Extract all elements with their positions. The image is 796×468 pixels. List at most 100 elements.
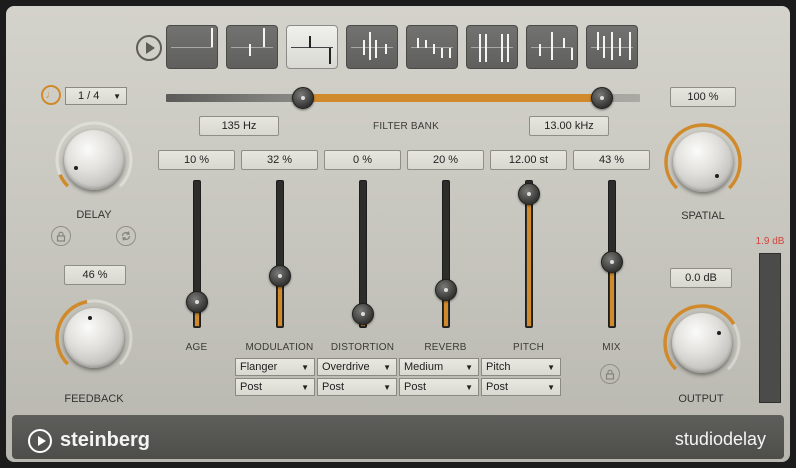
preset-tap-mark — [417, 38, 419, 48]
pitch-fader-handle[interactable] — [517, 183, 540, 205]
reverb-value[interactable]: 20 % — [407, 150, 484, 170]
filter-high-handle[interactable] — [591, 87, 614, 109]
mix-lock-icon[interactable] — [600, 364, 620, 384]
preset-tap-mark — [433, 44, 435, 54]
preset-tap-mark — [501, 34, 503, 62]
feedback-knob[interactable] — [52, 296, 136, 380]
preset-tap-mark — [571, 48, 573, 60]
preset-3-button[interactable] — [286, 25, 338, 69]
lock-icon[interactable] — [51, 226, 71, 246]
play-icon[interactable] — [136, 35, 162, 61]
preset-tap-mark — [597, 32, 599, 50]
knob-cap — [672, 313, 732, 373]
knob-cap — [673, 132, 733, 192]
reverb-fader-handle[interactable] — [434, 279, 457, 301]
output-knob[interactable] — [660, 301, 744, 385]
preset-tap-mark — [507, 34, 509, 62]
pitch-fader-fill — [526, 194, 531, 326]
preset-1-button[interactable] — [166, 25, 218, 69]
output-value[interactable]: 0.0 dB — [670, 268, 732, 288]
effect-2-type-select[interactable]: Overdrive ▼ — [317, 358, 397, 376]
mix-fader-handle[interactable] — [600, 251, 623, 274]
knob-cap — [64, 130, 124, 190]
filter-bank-range — [303, 94, 603, 102]
mix-label: MIX — [602, 342, 621, 353]
metronome-icon[interactable]: ♩ — [41, 85, 61, 105]
preset-4-button[interactable] — [346, 25, 398, 69]
effect-4-position-select[interactable]: Post ▼ — [481, 378, 561, 396]
select-value: Post — [404, 381, 427, 393]
modulation-value[interactable]: 32 % — [241, 150, 318, 170]
preset-tap-mark — [611, 32, 613, 60]
preset-8-button[interactable] — [586, 25, 638, 69]
age-value[interactable]: 10 % — [158, 150, 235, 170]
modulation-fader[interactable] — [275, 180, 284, 328]
mix-value[interactable]: 43 % — [573, 150, 650, 170]
knob-indicator — [73, 165, 78, 170]
spatial-value[interactable]: 100 % — [670, 87, 736, 107]
select-value: Medium — [404, 361, 444, 373]
steinberg-logo-icon — [28, 429, 52, 453]
preset-tap-mark — [629, 32, 631, 60]
effect-3-position-select[interactable]: Post ▼ — [399, 378, 479, 396]
preset-tap-mark — [449, 48, 451, 58]
preset-tap-mark — [375, 40, 377, 58]
product-name: studiodelay — [674, 429, 766, 449]
output-label: OUTPUT — [678, 393, 724, 405]
link-icon[interactable] — [116, 226, 136, 246]
reverb-fader[interactable] — [441, 180, 450, 328]
preset-tap-mark — [425, 40, 427, 48]
preset-6-button[interactable] — [466, 25, 518, 69]
preset-tap-mark — [551, 32, 553, 60]
preset-baseline — [171, 47, 213, 48]
knob-arc-value — [58, 173, 70, 188]
chevron-down-icon: ▼ — [301, 362, 309, 372]
preset-5-button[interactable] — [406, 25, 458, 69]
preset-baseline — [291, 47, 333, 48]
chevron-down-icon: ▼ — [547, 382, 555, 392]
delay-label: DELAY — [76, 209, 112, 221]
feedback-value[interactable]: 46 % — [64, 265, 126, 285]
effect-4-type-select[interactable]: Pitch ▼ — [481, 358, 561, 376]
filter-bank-label: FILTER BANK — [373, 121, 439, 132]
effect-1-position-select[interactable]: Post ▼ — [235, 378, 315, 396]
filter-low-value[interactable]: 135 Hz — [199, 116, 279, 136]
note-value-select[interactable]: 1 / 4 ▼ — [65, 87, 127, 105]
preset-tap-mark — [563, 38, 565, 48]
knob-cap — [64, 308, 124, 368]
preset-tap-mark — [539, 44, 541, 56]
preset-baseline — [231, 47, 273, 48]
preset-tap-mark — [249, 44, 251, 56]
filter-high-value[interactable]: 13.00 kHz — [529, 116, 609, 136]
plugin-panel: ♩ 1 / 4 ▼ DELAY 46 % FEEDBACK 135 Hz FIL… — [6, 6, 790, 462]
preset-tap-mark — [479, 34, 481, 62]
effect-1-type-select[interactable]: Flanger ▼ — [235, 358, 315, 376]
select-value: Post — [322, 381, 345, 393]
preset-7-button[interactable] — [526, 25, 578, 69]
chevron-down-icon: ▼ — [547, 362, 555, 372]
preset-tap-mark — [603, 36, 605, 58]
note-value-text: 1 / 4 — [78, 90, 100, 102]
feedback-label: FEEDBACK — [64, 393, 124, 405]
output-meter — [759, 253, 781, 403]
chevron-down-icon: ▼ — [113, 91, 121, 101]
pitch-value[interactable]: 12.00 st — [490, 150, 567, 170]
select-value: Overdrive — [322, 361, 370, 373]
preset-tap-mark — [363, 40, 365, 55]
preset-tap-mark — [211, 28, 213, 47]
knob-indicator — [717, 330, 722, 335]
chevron-down-icon: ▼ — [301, 382, 309, 392]
knob-indicator — [715, 174, 720, 179]
meter-peak-value: 1.9 dB — [755, 236, 785, 247]
distortion-value[interactable]: 0 % — [324, 150, 401, 170]
delay-knob[interactable] — [52, 118, 136, 202]
distortion-fader-handle[interactable] — [351, 303, 374, 325]
effect-2-position-select[interactable]: Post ▼ — [317, 378, 397, 396]
age-fader-handle[interactable] — [185, 291, 208, 313]
preset-2-button[interactable] — [226, 25, 278, 69]
filter-low-handle[interactable] — [292, 87, 315, 109]
spatial-knob[interactable] — [661, 120, 745, 204]
modulation-fader-handle[interactable] — [268, 264, 291, 287]
effect-3-type-select[interactable]: Medium ▼ — [399, 358, 479, 376]
select-value: Flanger — [240, 361, 278, 373]
